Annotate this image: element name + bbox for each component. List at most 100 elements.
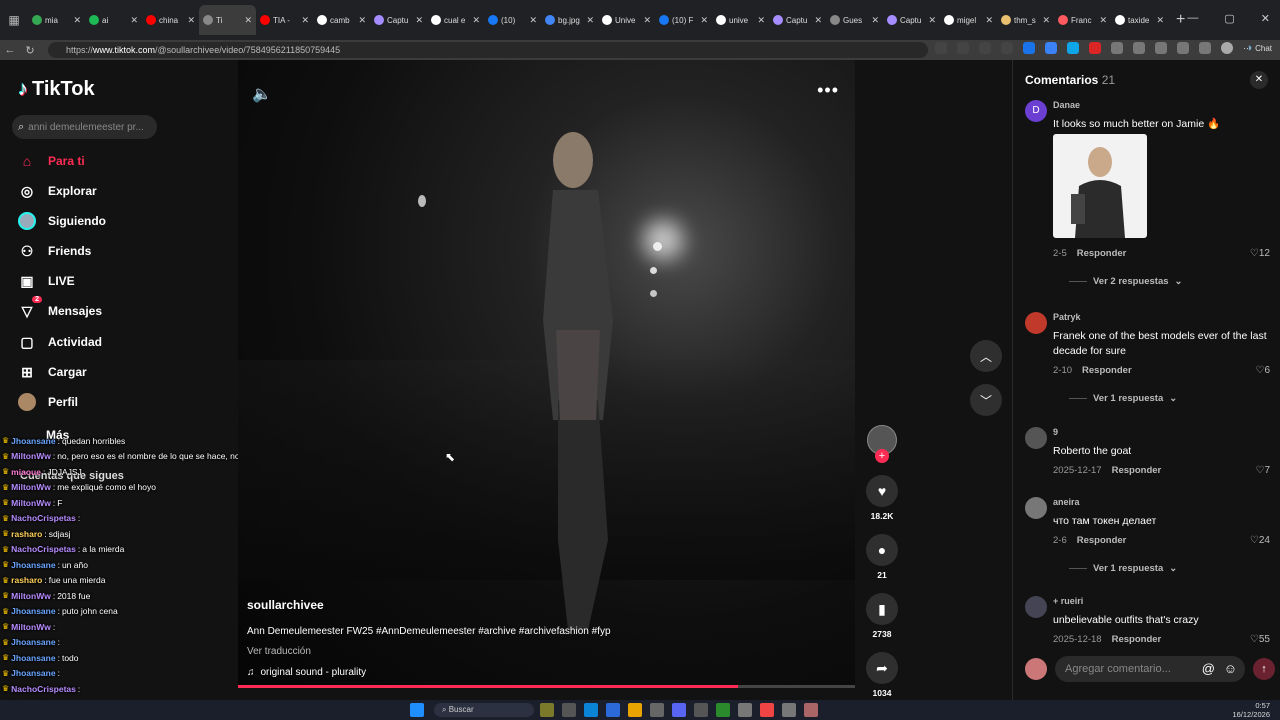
extension-icon[interactable]	[935, 42, 947, 54]
commenter-avatar[interactable]	[1025, 312, 1047, 334]
extension-icon[interactable]	[1133, 42, 1145, 54]
comment-like-button[interactable]: ♡55	[1250, 634, 1270, 645]
commenter-avatar[interactable]: D	[1025, 100, 1047, 122]
reply-button[interactable]: Responder	[1077, 535, 1127, 546]
browser-tab[interactable]: taxide ✕	[1111, 5, 1168, 35]
app-icon[interactable]	[804, 703, 818, 717]
taskview-icon[interactable]	[562, 703, 576, 717]
app-icon[interactable]	[716, 703, 730, 717]
tab-close-icon[interactable]: ✕	[700, 15, 708, 26]
view-replies-button[interactable]: Ver 2 respuestas ⌄	[1069, 276, 1183, 287]
creator-avatar[interactable]: +	[867, 425, 897, 463]
extension-icon[interactable]	[957, 42, 969, 54]
minimize-icon[interactable]: —	[1187, 12, 1198, 25]
browser-tab[interactable]: ai ✕	[85, 5, 142, 35]
tab-close-icon[interactable]: ✕	[244, 15, 252, 26]
view-replies-button[interactable]: Ver 1 respuesta ⌄	[1069, 563, 1177, 574]
maximize-icon[interactable]: ▢	[1224, 12, 1234, 25]
tab-close-icon[interactable]: ✕	[643, 15, 651, 26]
sidebar-item-live[interactable]: ▣ LIVE	[18, 272, 74, 290]
commenter-name[interactable]: Danae	[1053, 100, 1080, 110]
edge-icon[interactable]	[584, 703, 598, 717]
sidebar-item-para-ti[interactable]: ⌂ Para ti	[18, 152, 85, 170]
comment-like-button[interactable]: ♡7	[1255, 465, 1270, 476]
previous-video-button[interactable]: ︿	[970, 340, 1002, 372]
sound-link[interactable]: ♫ original sound - plurality	[247, 667, 847, 678]
tab-close-icon[interactable]: ✕	[928, 15, 936, 26]
tab-close-icon[interactable]: ✕	[130, 15, 138, 26]
extension-icon[interactable]	[1067, 42, 1079, 54]
app-icon[interactable]	[694, 703, 708, 717]
system-tray[interactable]: 0:57 16/12/2026	[1232, 701, 1270, 719]
tab-close-icon[interactable]: ✕	[73, 15, 81, 26]
browser-tab[interactable]: (10) F ✕	[655, 5, 712, 35]
save-button[interactable]: ▮	[866, 593, 898, 625]
comment-like-button[interactable]: ♡12	[1250, 248, 1270, 259]
explorer-icon[interactable]	[628, 703, 642, 717]
commenter-name[interactable]: aneira	[1053, 497, 1080, 507]
comment-image[interactable]	[1053, 134, 1147, 238]
video-player[interactable]: 🔈 ••• ⬉ soullarchivee Ann Demeulemeester…	[238, 60, 855, 688]
close-comments-button[interactable]: ✕	[1250, 71, 1268, 89]
new-tab-button[interactable]: +	[1176, 11, 1185, 29]
translate-link[interactable]: Ver traducción	[247, 646, 847, 657]
browser-tab[interactable]: unive ✕	[712, 5, 769, 35]
comment-button[interactable]: ●	[866, 534, 898, 566]
tab-close-icon[interactable]: ✕	[586, 15, 594, 26]
taskbar-search[interactable]: ⌕ Buscar	[434, 703, 534, 717]
commenter-name[interactable]: + rueiri	[1053, 596, 1083, 606]
browser-tab[interactable]: camb ✕	[313, 5, 370, 35]
tab-close-icon[interactable]: ✕	[358, 15, 366, 26]
browser-tab[interactable]: migel ✕	[940, 5, 997, 35]
sidebar-item-friends[interactable]: ⚇ Friends	[18, 242, 92, 260]
commenter-name[interactable]: Patryk	[1053, 312, 1081, 322]
volume-icon[interactable]: 🔈	[252, 84, 272, 104]
sidebar-item-siguiendo[interactable]: Siguiendo	[18, 212, 106, 230]
tab-close-icon[interactable]: ✕	[415, 15, 423, 26]
browser-tab[interactable]: cual e ✕	[427, 5, 484, 35]
settings-icon[interactable]	[650, 703, 664, 717]
windows-start-icon[interactable]	[410, 703, 424, 717]
reply-button[interactable]: Responder	[1112, 634, 1162, 645]
tab-close-icon[interactable]: ✕	[1042, 15, 1050, 26]
browser-tab[interactable]: Captu ✕	[883, 5, 940, 35]
tab-close-icon[interactable]: ✕	[1156, 15, 1164, 26]
tiktok-logo[interactable]: ♪ TikTok	[18, 78, 95, 101]
extension-icon[interactable]	[1111, 42, 1123, 54]
copilot-chat-button[interactable]: ◑ Chat	[1245, 42, 1272, 54]
sidebar-item-mensajes[interactable]: ▽ 2 Mensajes	[18, 296, 102, 320]
browser-tab[interactable]: thm_s ✕	[997, 5, 1054, 35]
comment-like-button[interactable]: ♡24	[1250, 535, 1270, 546]
browser-tab[interactable]: Unive ✕	[598, 5, 655, 35]
browser-tab[interactable]: TIA - ✕	[256, 5, 313, 35]
mention-icon[interactable]: @	[1202, 656, 1215, 682]
sidebar-item-perfil[interactable]: Perfil	[18, 393, 78, 411]
app-icon[interactable]	[738, 703, 752, 717]
video-progress-bar[interactable]	[238, 685, 855, 688]
tab-actions-icon[interactable]: ▦	[4, 10, 24, 30]
follow-plus-icon[interactable]: +	[875, 449, 889, 463]
extension-icon[interactable]	[1089, 42, 1101, 54]
address-bar[interactable]: https://www.tiktok.com/@soullarchivee/vi…	[48, 42, 928, 58]
commenter-avatar[interactable]	[1025, 427, 1047, 449]
favorite-star-icon[interactable]	[1001, 42, 1013, 54]
send-button[interactable]: ↑	[1253, 658, 1275, 680]
widget-icon[interactable]	[540, 703, 554, 717]
tab-close-icon[interactable]: ✕	[187, 15, 195, 26]
commenter-avatar[interactable]	[1025, 596, 1047, 618]
search-input[interactable]: ⌕ anni demeulemeester pr...	[12, 115, 157, 139]
reply-button[interactable]: Responder	[1112, 465, 1162, 476]
extension-icon[interactable]	[1023, 42, 1035, 54]
tab-close-icon[interactable]: ✕	[814, 15, 822, 26]
like-button[interactable]: ♥	[866, 475, 898, 507]
extension-icon[interactable]	[1177, 42, 1189, 54]
reply-button[interactable]: Responder	[1082, 365, 1132, 376]
tab-close-icon[interactable]: ✕	[871, 15, 879, 26]
sidebar-item-cargar[interactable]: ⊞ Cargar	[18, 363, 87, 381]
reply-button[interactable]: Responder	[1077, 248, 1127, 259]
reload-icon[interactable]: ↻	[20, 44, 40, 57]
sidebar-item-actividad[interactable]: ▢ Actividad	[18, 333, 102, 351]
extension-icon[interactable]	[979, 42, 991, 54]
tab-close-icon[interactable]: ✕	[529, 15, 537, 26]
browser-tab[interactable]: Gues ✕	[826, 5, 883, 35]
